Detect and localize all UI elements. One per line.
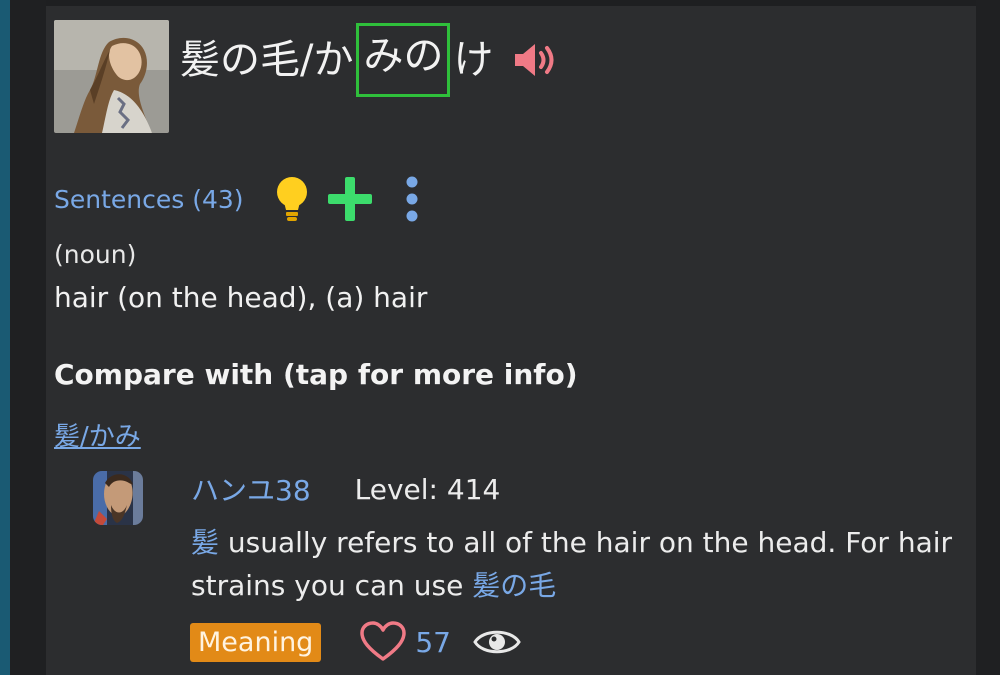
part-of-speech: (noun) xyxy=(54,240,137,269)
definition-text: hair (on the head), (a) hair xyxy=(54,281,428,314)
comment-body: 髪 usually refers to all of the hair on t… xyxy=(191,521,971,607)
pitch-accent-box: みの xyxy=(356,23,451,97)
word-image xyxy=(54,20,169,133)
left-gutter xyxy=(10,0,46,675)
likes-count: 57 xyxy=(415,625,451,659)
word-kanji: 髪の毛 xyxy=(180,37,300,83)
comment-word-link[interactable]: 髪の毛 xyxy=(472,569,556,602)
comment-username[interactable]: ハンユ38 xyxy=(191,469,311,509)
word-text: 髪の毛 / か みの け xyxy=(180,23,493,97)
eye-icon[interactable] xyxy=(473,625,521,659)
lightbulb-icon[interactable] xyxy=(272,174,312,224)
comment-kanji-link[interactable]: 髪 xyxy=(191,526,219,559)
kana-after-accent: け xyxy=(453,37,494,83)
speaker-icon[interactable] xyxy=(511,40,563,80)
left-accent-strip xyxy=(0,0,10,675)
comment-user-level: Level: 414 xyxy=(354,472,501,506)
kana-accented: みの xyxy=(363,33,444,79)
more-vertical-icon[interactable] xyxy=(404,175,420,223)
comment-actions: Meaning 57 xyxy=(190,618,521,666)
sentences-link[interactable]: Sentences (43) xyxy=(54,185,244,214)
right-gutter xyxy=(976,0,1000,675)
word-separator: / xyxy=(300,37,314,83)
compare-link[interactable]: 髪/かみ xyxy=(54,416,141,453)
compare-heading: Compare with (tap for more info) xyxy=(54,358,578,391)
avatar[interactable] xyxy=(93,471,143,525)
comment-tag-badge: Meaning xyxy=(190,622,322,662)
vocab-card: 髪の毛 / か みの け Sentences (43) (noun) hair … xyxy=(46,6,976,675)
plus-icon[interactable] xyxy=(326,175,374,223)
heart-icon[interactable] xyxy=(359,621,407,663)
comment-text: usually refers to all of the hair on the… xyxy=(191,526,953,602)
word-heading: 髪の毛 / か みの け xyxy=(180,23,563,97)
sentences-row: Sentences (43) xyxy=(54,169,420,229)
comment-header: ハンユ38 Level: 414 xyxy=(191,469,500,509)
kana-before-accent: か xyxy=(313,37,354,83)
